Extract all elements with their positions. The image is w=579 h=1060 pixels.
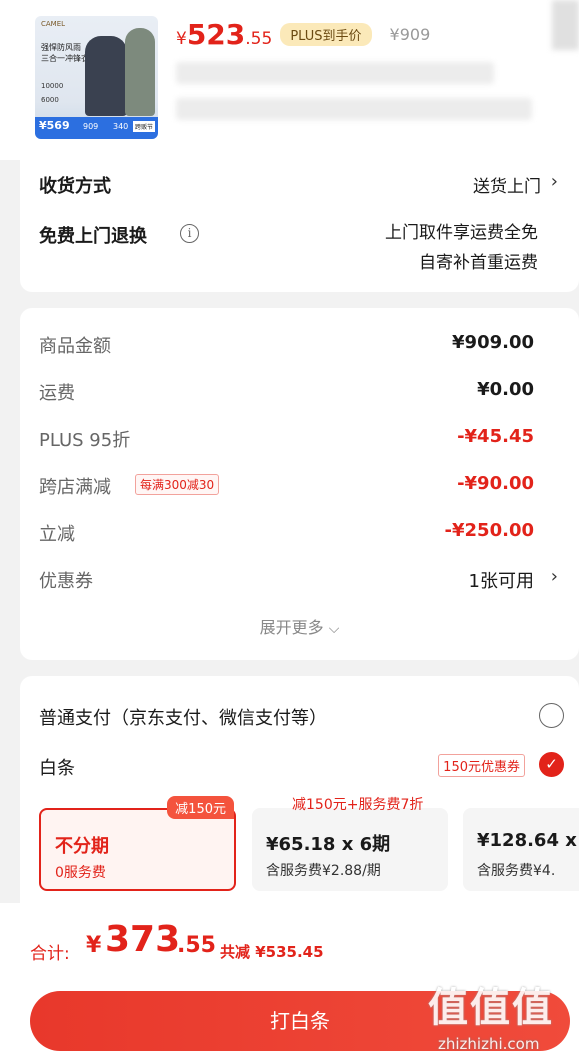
total-currency: ¥ [86,933,102,958]
baitiao-coupon-tag: 150元优惠券 [438,754,525,777]
cross-store-label: 跨店满减 [39,477,111,498]
plan-subtitle: 含服务费¥2.88/期 [266,863,381,879]
plus-price-badge: PLUS到手价 [280,23,372,46]
chevron-right-icon[interactable]: › [551,566,558,587]
plan-badge: 减150元 [167,796,234,819]
cross-store-value: -¥90.00 [457,473,534,494]
product-summary: CAMEL 强悍防风雨 三合一冲锋衣 10000 6000 ¥569 909 3… [0,0,579,160]
plan-subtitle: 含服务费¥4. [477,863,556,879]
model-figure [125,28,155,116]
thumbnail-slogan: 强悍防风雨 三合一冲锋衣 [41,43,89,63]
plus-discount-label: PLUS 95折 [39,430,131,451]
site-watermark: 值值值 zhizhizhi.com [428,985,554,1053]
chevron-right-icon[interactable]: › [551,171,558,192]
goods-amount-label: 商品金额 [39,336,111,357]
baitiao-label[interactable]: 白条 [39,754,75,780]
total-amount: 373 [105,919,181,960]
delivery-method-label: 收货方式 [39,176,111,197]
thumbnail-stat: 10000 [41,82,64,90]
blurred-corner [552,0,579,50]
return-policy-line1: 上门取件享运费全免 [385,223,538,243]
free-return-label: 免费上门退换 [39,226,147,247]
amount-card: 商品金额 ¥909.00 运费 ¥0.00 PLUS 95折 -¥45.45 跨… [20,308,579,660]
instant-discount-label: 立减 [39,524,75,545]
plan-title: ¥65.18 x 6期 [266,834,391,855]
coupon-value[interactable]: 1张可用 [469,567,534,593]
normal-payment-radio[interactable] [539,703,564,728]
plan-12-installments[interactable]: ¥128.64 x 含服务费¥4. [463,808,579,891]
product-thumbnail[interactable]: CAMEL 强悍防风雨 三合一冲锋衣 10000 6000 ¥569 909 3… [35,16,158,139]
plan-subtitle: 0服务费 [55,865,106,881]
expand-more-button[interactable]: 展开更多 ⌵ [20,614,579,638]
baitiao-radio-checked[interactable]: ✓ [539,752,564,777]
chevron-down-icon: ⌵ [328,621,340,637]
delivery-card: 收货方式 送货上门 › 免费上门退换 i 上门取件享运费全免 自寄补首重运费 [20,160,579,292]
return-policy-line2: 自寄补首重运费 [419,253,538,273]
blurred-product-title [176,62,494,84]
plan-no-installment[interactable]: 减150元 不分期 0服务费 [39,796,236,891]
payment-card: 普通支付（京东支付、微信支付等） 白条 150元优惠券 ✓ 减150元 不分期 … [20,676,579,903]
coupon-label: 优惠券 [39,571,93,592]
instant-discount-value: -¥250.00 [444,520,534,541]
model-figure [85,36,127,116]
shipping-label: 运费 [39,383,75,404]
original-price: ¥909 [389,25,431,44]
normal-payment-label[interactable]: 普通支付（京东支付、微信支付等） [39,704,327,730]
brand-logo: CAMEL [41,20,66,28]
thumbnail-stat: 6000 [41,96,59,104]
plan-6-installments[interactable]: 减150元+服务费7折 ¥65.18 x 6期 含服务费¥2.88/期 [252,797,448,891]
total-savings: 共减 ¥535.45 [220,943,324,961]
info-icon[interactable]: i [180,224,199,243]
blurred-product-spec [176,98,532,120]
total-label: 合计: [30,944,70,964]
plus-discount-value: -¥45.45 [457,426,534,447]
cross-store-tag: 每满300减30 [135,474,220,495]
plan-title: 不分期 [55,836,109,857]
total-decimal: .55 [177,933,216,958]
goods-amount-value: ¥909.00 [452,332,534,353]
plan-badge: 减150元+服务费7折 [292,797,424,813]
shipping-value: ¥0.00 [477,379,534,400]
product-price: ¥ 523 .55 PLUS到手价 ¥909 [176,18,431,51]
delivery-method-value[interactable]: 送货上门 [473,172,541,197]
plan-title: ¥128.64 x [477,830,577,851]
thumbnail-price-bar: ¥569 909 340 跨贩节 [35,117,158,139]
